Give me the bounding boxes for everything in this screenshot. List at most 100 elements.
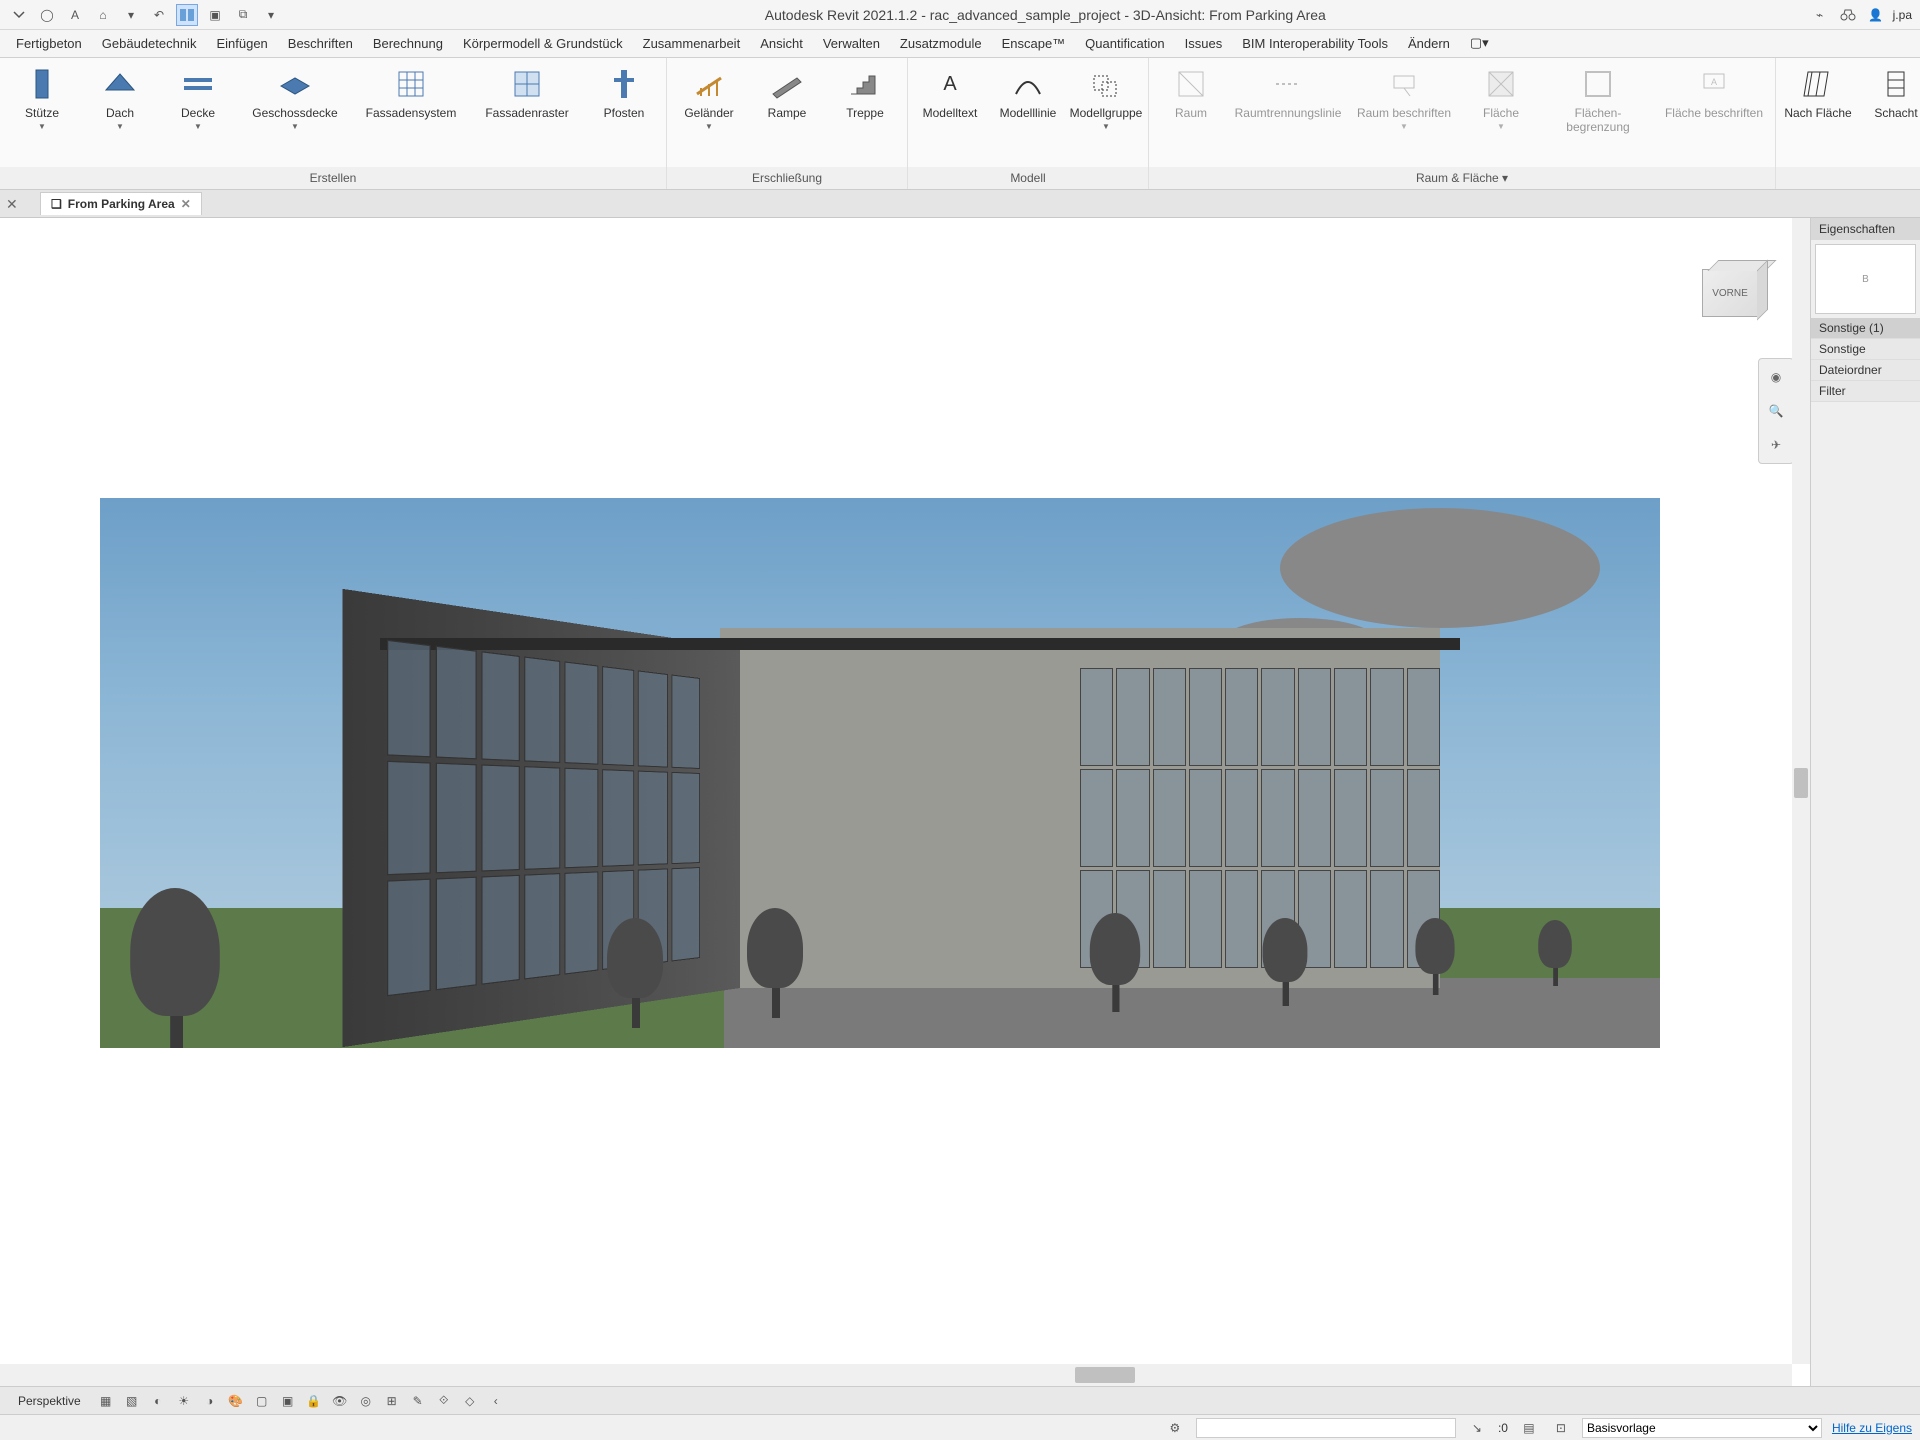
status-worksets-icon[interactable]: ⚙: [1164, 1417, 1186, 1439]
ribbon-tab[interactable]: Zusatzmodule: [890, 30, 992, 57]
ribbon-tab[interactable]: Körpermodell & Grundstück: [453, 30, 633, 57]
qat-dropdown2-icon[interactable]: ▾: [260, 4, 282, 26]
tool-button[interactable]: Schacht: [1860, 62, 1920, 124]
vc-detail-icon[interactable]: ▧: [121, 1390, 143, 1412]
properties-row[interactable]: Dateiordner: [1811, 360, 1920, 381]
tool-button[interactable]: Geländer▼: [673, 62, 745, 135]
ribbon-tab[interactable]: Zusammenarbeit: [633, 30, 751, 57]
dropdown-arrow-icon: ▼: [1400, 122, 1408, 131]
vc-crop-region-icon[interactable]: ▣: [277, 1390, 299, 1412]
ribbon-tab[interactable]: Beschriften: [278, 30, 363, 57]
close-tabs-icon[interactable]: ✕: [6, 196, 18, 213]
view-mode-label[interactable]: Perspektive: [8, 1394, 91, 1408]
nav-full-icon[interactable]: ◉: [1764, 365, 1788, 389]
vc-lock-icon[interactable]: 🔒: [303, 1390, 325, 1412]
vc-crop-icon[interactable]: ▢: [251, 1390, 273, 1412]
qat-key-icon[interactable]: ⌁: [1809, 4, 1831, 26]
by-face-icon: [1800, 66, 1836, 102]
help-link[interactable]: Hilfe zu Eigens: [1832, 1421, 1912, 1435]
ribbon-tab[interactable]: Gebäudetechnik: [92, 30, 207, 57]
vc-analytical-icon[interactable]: ⟐: [433, 1390, 455, 1412]
viewcube[interactable]: VORNE: [1680, 258, 1780, 328]
tool-button: Raum: [1155, 62, 1227, 124]
ribbon-tab[interactable]: Quantification: [1075, 30, 1175, 57]
document-tab[interactable]: ❑From Parking Area✕: [40, 192, 202, 215]
tool-button[interactable]: Fassadenraster: [472, 62, 582, 124]
viewcube-face-label[interactable]: VORNE: [1702, 269, 1758, 317]
qat-circle-icon[interactable]: ◯: [36, 4, 58, 26]
vc-worksets-icon[interactable]: ⊞: [381, 1390, 403, 1412]
status-main-model-icon[interactable]: ⊡: [1550, 1417, 1572, 1439]
vc-reveal-icon[interactable]: ◎: [355, 1390, 377, 1412]
dropdown-arrow-icon: ▼: [116, 122, 124, 131]
tool-button[interactable]: Decke▼: [162, 62, 234, 135]
ribbon-tab[interactable]: Einfügen: [206, 30, 277, 57]
model-line-icon: [1010, 66, 1046, 102]
qat-undo-icon[interactable]: ↶: [148, 4, 170, 26]
nav-orbit-icon[interactable]: ✈: [1764, 433, 1788, 457]
qat-home-icon[interactable]: ⌂: [92, 4, 114, 26]
ribbon-tab[interactable]: Issues: [1175, 30, 1233, 57]
command-input[interactable]: [1196, 1418, 1456, 1438]
design-option-selector[interactable]: Basisvorlage: [1582, 1418, 1822, 1438]
tool-button[interactable]: Nach Fläche: [1782, 62, 1854, 124]
user-icon[interactable]: 👤: [1865, 4, 1887, 26]
qat-switch-windows-icon[interactable]: ⧉: [232, 4, 254, 26]
tool-label: Schacht: [1874, 106, 1917, 120]
qat-close-hidden-icon[interactable]: ▣: [204, 4, 226, 26]
tool-button[interactable]: Rampe: [751, 62, 823, 124]
scrollbar-thumb[interactable]: [1075, 1367, 1135, 1383]
properties-row[interactable]: Filter: [1811, 381, 1920, 402]
properties-category[interactable]: Sonstige (1): [1811, 318, 1920, 339]
scrollbar-thumb[interactable]: [1794, 768, 1808, 798]
ribbon-tab[interactable]: Ändern: [1398, 30, 1460, 57]
vertical-scrollbar[interactable]: [1792, 218, 1810, 1364]
qat-binoculars-icon[interactable]: [1837, 4, 1859, 26]
status-filter-icon[interactable]: ▤: [1518, 1417, 1540, 1439]
tool-label: Stütze: [25, 106, 59, 120]
vc-shadows-icon[interactable]: ◑: [199, 1390, 221, 1412]
ribbon-tab[interactable]: Berechnung: [363, 30, 453, 57]
close-icon[interactable]: ✕: [181, 197, 191, 211]
ribbon-tab[interactable]: Enscape™: [992, 30, 1076, 57]
ribbon-tab[interactable]: Ansicht: [750, 30, 813, 57]
status-select-icon[interactable]: ↘: [1466, 1417, 1488, 1439]
tool-button[interactable]: Fassadensystem: [356, 62, 466, 124]
tool-button[interactable]: Modelllinie: [992, 62, 1064, 124]
tool-button[interactable]: Stütze ▼: [6, 62, 78, 135]
mullion-icon: [606, 66, 642, 102]
vc-rendering-icon[interactable]: 🎨: [225, 1390, 247, 1412]
qat-dropdown-icon[interactable]: ▾: [120, 4, 142, 26]
tool-label: Decke: [181, 106, 215, 120]
tool-button[interactable]: Modellgruppe▼: [1070, 62, 1142, 135]
vc-edit-icon[interactable]: ✎: [407, 1390, 429, 1412]
tool-label: Flächen- begrenzung: [1545, 106, 1651, 135]
vc-highlight-icon[interactable]: ◇: [459, 1390, 481, 1412]
svg-text:A: A: [943, 73, 957, 95]
ribbon-tab[interactable]: Verwalten: [813, 30, 890, 57]
viewport[interactable]: VORNE ◉ 🔍 ✈: [0, 218, 1810, 1386]
tool-button[interactable]: Geschossdecke▼: [240, 62, 350, 135]
tool-button[interactable]: Pfosten: [588, 62, 660, 124]
properties-type-selector[interactable]: B: [1815, 244, 1916, 314]
ribbon-tab[interactable]: BIM Interoperability Tools: [1232, 30, 1398, 57]
vc-visual-style-icon[interactable]: ◐: [147, 1390, 169, 1412]
nav-zoom-icon[interactable]: 🔍: [1764, 399, 1788, 423]
qat-arrow-icon[interactable]: [8, 4, 30, 26]
ribbon-tab[interactable]: Fertigbeton: [6, 30, 92, 57]
tool-button[interactable]: Dach▼: [84, 62, 156, 135]
vc-temp-hide-icon[interactable]: 👁: [329, 1390, 351, 1412]
tool-button[interactable]: AModelltext: [914, 62, 986, 124]
tool-button: Raum beschriften▼: [1349, 62, 1459, 135]
tool-button[interactable]: Treppe: [829, 62, 901, 124]
ribbon-tab-modify-icon[interactable]: ▢▾: [1460, 29, 1499, 57]
properties-row[interactable]: Sonstige: [1811, 339, 1920, 360]
horizontal-scrollbar[interactable]: [0, 1364, 1792, 1386]
vc-sun-icon[interactable]: ☀: [173, 1390, 195, 1412]
qat-thin-lines-icon[interactable]: [176, 4, 198, 26]
qat-text-icon[interactable]: A: [64, 4, 86, 26]
vc-scale-icon[interactable]: ▦: [95, 1390, 117, 1412]
dropdown-arrow-icon: ▼: [38, 122, 46, 131]
vc-collapse-icon[interactable]: ‹: [485, 1390, 507, 1412]
shaft-icon: [1878, 66, 1914, 102]
